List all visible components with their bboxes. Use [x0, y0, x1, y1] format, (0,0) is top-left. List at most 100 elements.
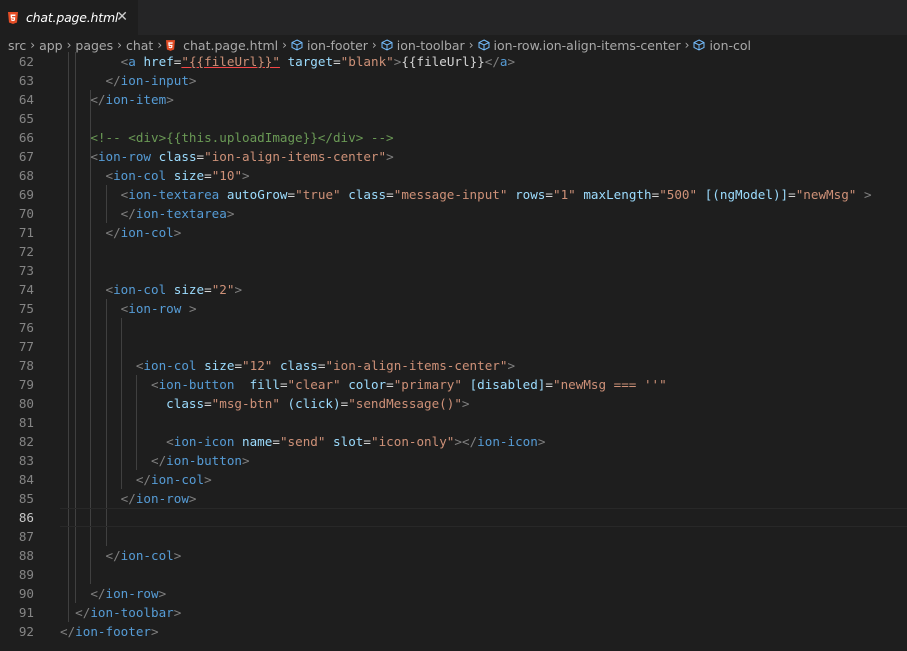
code-line[interactable]: 74 <ion-col size="2"> [0, 280, 907, 299]
line-number: 85 [18, 491, 34, 506]
code-line[interactable]: 91 </ion-toolbar> [0, 603, 907, 622]
breadcrumb-item-ion-row[interactable]: ion-row.ion-align-items-center [478, 38, 681, 53]
html5-file-icon [8, 11, 18, 24]
line-number: 67 [18, 149, 34, 164]
code-line[interactable]: 73 [0, 261, 907, 280]
code-line[interactable]: 90 </ion-row> [0, 584, 907, 603]
element-cube-icon [381, 39, 393, 51]
line-number: 86 [18, 510, 34, 525]
code-text: </ion-textarea> [120, 206, 235, 221]
chevron-right-icon: › [66, 38, 72, 52]
code-line[interactable]: 79 <ion-button fill="clear" color="prima… [0, 375, 907, 394]
code-text: class="msg-btn" (click)="sendMessage()"> [166, 396, 470, 411]
chevron-right-icon: › [30, 38, 36, 52]
code-text: </ion-item> [90, 92, 174, 107]
code-text: </ion-toolbar> [75, 605, 182, 620]
breadcrumb-item-ion-toolbar[interactable]: ion-toolbar [381, 38, 465, 53]
tab-chat-page-html[interactable]: chat.page.html ✕ [0, 0, 138, 35]
code-text: </ion-input> [105, 73, 197, 88]
code-line[interactable]: 64 </ion-item> [0, 90, 907, 109]
close-icon[interactable]: ✕ [116, 9, 128, 25]
code-text: <ion-row > [120, 301, 197, 316]
element-cube-icon [693, 39, 705, 51]
line-number: 88 [18, 548, 34, 563]
code-text: <ion-button fill="clear" color="primary"… [151, 377, 667, 392]
chevron-right-icon: › [468, 38, 474, 52]
line-number: 64 [18, 92, 34, 107]
line-number: 84 [18, 472, 34, 487]
line-number: 82 [18, 434, 34, 449]
code-text: </ion-footer> [60, 624, 159, 639]
breadcrumb-item-pages[interactable]: pages [75, 38, 113, 53]
code-line[interactable]: 72 [0, 242, 907, 261]
chevron-right-icon: › [684, 38, 690, 52]
code-line[interactable]: 70 </ion-textarea> [0, 204, 907, 223]
code-text: </ion-button> [151, 453, 250, 468]
breadcrumb-item-app[interactable]: app [39, 38, 63, 53]
code-line[interactable]: 77 [0, 337, 907, 356]
breadcrumb-item-ion-footer[interactable]: ion-footer [291, 38, 368, 53]
line-number: 69 [18, 187, 34, 202]
code-text: </ion-col> [105, 548, 182, 563]
code-text: <ion-textarea autoGrow="true" class="mes… [120, 187, 872, 202]
code-line[interactable]: 85 </ion-row> [0, 489, 907, 508]
breadcrumb-item-ion-col[interactable]: ion-col [693, 38, 751, 53]
code-line[interactable]: 87 [0, 527, 907, 546]
code-line[interactable]: 66 <!-- <div>{{this.uploadImage}}</div> … [0, 128, 907, 147]
code-line[interactable]: 62 <a href="{{fileUrl}}" target="blank">… [0, 52, 907, 71]
code-line[interactable]: 86 [0, 508, 907, 527]
breadcrumb-item-src[interactable]: src [8, 38, 26, 53]
chevron-right-icon: › [117, 38, 122, 52]
tab-label: chat.page.html [26, 10, 119, 25]
code-line[interactable]: 69 <ion-textarea autoGrow="true" class="… [0, 185, 907, 204]
line-number: 75 [18, 301, 34, 316]
element-cube-icon [478, 39, 490, 51]
code-line[interactable]: 92 </ion-footer> [0, 622, 907, 641]
line-number: 83 [18, 453, 34, 468]
chevron-right-icon: › [282, 38, 287, 52]
code-line[interactable]: 84 </ion-col> [0, 470, 907, 489]
tab-bar: chat.page.html ✕ [0, 0, 907, 35]
code-line[interactable]: 63 </ion-input> [0, 71, 907, 90]
line-number: 70 [18, 206, 34, 221]
code-line[interactable]: 83 </ion-button> [0, 451, 907, 470]
line-number: 89 [18, 567, 34, 582]
code-text: <ion-col size="2"> [105, 282, 243, 297]
code-line[interactable]: 80 class="msg-btn" (click)="sendMessage(… [0, 394, 907, 413]
code-line[interactable]: 71 </ion-col> [0, 223, 907, 242]
line-number: 63 [18, 73, 34, 88]
line-number: 65 [18, 111, 34, 126]
code-line[interactable]: 75 <ion-row > [0, 299, 907, 318]
breadcrumb-item-chat[interactable]: chat [126, 38, 153, 53]
line-number: 81 [18, 415, 34, 430]
code-text: <a href="{{fileUrl}}" target="blank">{{f… [120, 54, 516, 69]
line-number: 71 [18, 225, 34, 240]
chevron-right-icon: › [371, 38, 377, 52]
code-line[interactable]: 81 [0, 413, 907, 432]
code-text: <ion-row class="ion-align-items-center"> [90, 149, 394, 164]
code-line[interactable]: 76 [0, 318, 907, 337]
line-number: 76 [18, 320, 34, 335]
line-number: 66 [18, 130, 34, 145]
code-text: </ion-col> [105, 225, 182, 240]
line-number: 87 [18, 529, 34, 544]
code-line[interactable]: 68 <ion-col size="10"> [0, 166, 907, 185]
line-number: 73 [18, 263, 34, 278]
code-line[interactable]: 88 </ion-col> [0, 546, 907, 565]
code-line[interactable]: 67 <ion-row class="ion-align-items-cente… [0, 147, 907, 166]
line-number: 79 [18, 377, 34, 392]
code-line[interactable]: 82 <ion-icon name="send" slot="icon-only… [0, 432, 907, 451]
code-line[interactable]: 78 <ion-col size="12" class="ion-align-i… [0, 356, 907, 375]
breadcrumb-item-file[interactable]: chat.page.html [166, 38, 278, 53]
current-line-highlight [60, 508, 907, 527]
code-text: </ion-row> [90, 586, 167, 601]
line-number: 72 [18, 244, 34, 259]
line-number: 62 [18, 54, 34, 69]
element-cube-icon [291, 39, 303, 51]
code-line[interactable]: 89 [0, 565, 907, 584]
line-number: 90 [18, 586, 34, 601]
code-editor[interactable]: 62 <a href="{{fileUrl}}" target="blank">… [0, 52, 907, 651]
code-line[interactable]: 65 [0, 109, 907, 128]
line-number: 78 [18, 358, 34, 373]
code-text: <ion-col size="10"> [105, 168, 250, 183]
